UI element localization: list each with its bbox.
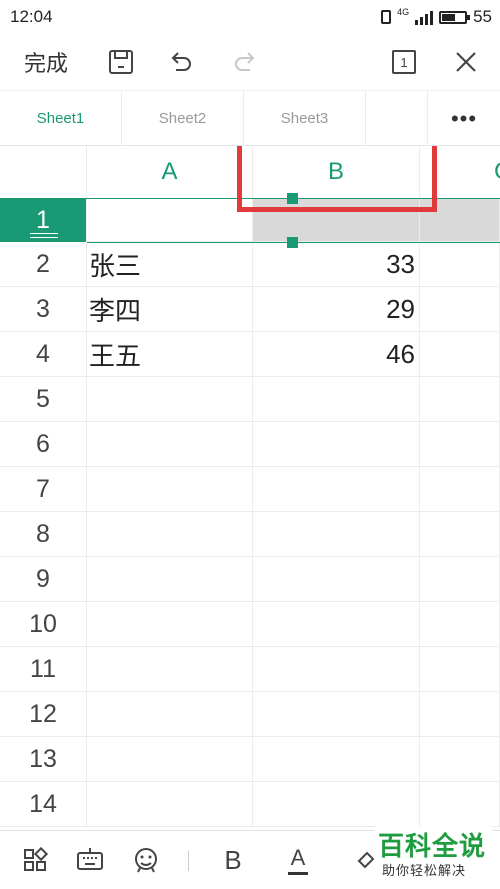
done-button[interactable]: 完成 <box>10 34 82 90</box>
cell-c13[interactable] <box>420 737 500 782</box>
cell-a14[interactable] <box>87 782 253 827</box>
highlight-box <box>237 146 437 212</box>
save-icon[interactable] <box>100 34 142 90</box>
emoji-icon[interactable] <box>124 831 168 889</box>
cell-a13[interactable] <box>87 737 253 782</box>
cell-b14[interactable] <box>253 782 420 827</box>
cell-b7[interactable] <box>253 467 420 512</box>
cell-b8[interactable] <box>253 512 420 557</box>
cell-c2[interactable] <box>420 242 500 287</box>
cell-a7[interactable] <box>87 467 253 512</box>
cell-b2[interactable]: 33 <box>253 242 420 287</box>
row-header[interactable]: 12 <box>0 692 87 737</box>
battery-level: 55 <box>473 7 492 26</box>
watermark-title: 百科全说 <box>378 831 487 861</box>
cell-c6[interactable] <box>420 422 500 467</box>
redo-icon[interactable] <box>224 34 266 90</box>
cell-b6[interactable] <box>253 422 420 467</box>
battery-icon <box>439 10 471 24</box>
cell-a8[interactable] <box>87 512 253 557</box>
bold-icon[interactable]: B <box>211 831 255 889</box>
row-header[interactable]: 3 <box>0 287 87 332</box>
cell-b10[interactable] <box>253 602 420 647</box>
row-header[interactable]: 5 <box>0 377 87 422</box>
cell-b11[interactable] <box>253 647 420 692</box>
row-header[interactable]: 14 <box>0 782 87 827</box>
cell-c3[interactable] <box>420 287 500 332</box>
cell-b3[interactable]: 29 <box>253 287 420 332</box>
tab-sheet3[interactable]: Sheet3 <box>244 91 366 146</box>
row-header[interactable]: 11 <box>0 647 87 692</box>
cell-c7[interactable] <box>420 467 500 512</box>
cell-a1[interactable] <box>87 198 253 242</box>
network-type: 4G <box>397 7 410 17</box>
selection-handle-bottom[interactable] <box>287 237 298 248</box>
row-header[interactable]: 8 <box>0 512 87 557</box>
cell-a11[interactable] <box>87 647 253 692</box>
cell-c11[interactable] <box>420 647 500 692</box>
sheet-count: 1 <box>392 50 416 74</box>
cell-a3[interactable]: 李四 <box>87 287 253 332</box>
status-icons: 4G 55 <box>381 6 492 28</box>
status-bar: 12:04 4G 55 <box>0 0 500 34</box>
cell-c9[interactable] <box>420 557 500 602</box>
row-resize-handle[interactable] <box>30 233 58 238</box>
cell-b4[interactable]: 46 <box>253 332 420 377</box>
signal-icon <box>415 9 434 25</box>
cell-c12[interactable] <box>420 692 500 737</box>
row-header[interactable]: 9 <box>0 557 87 602</box>
more-tabs-button[interactable]: ••• <box>428 91 500 146</box>
font-color-icon[interactable]: A <box>276 831 320 889</box>
cell-c5[interactable] <box>420 377 500 422</box>
cell-b13[interactable] <box>253 737 420 782</box>
cell-a2[interactable]: 张三 <box>87 242 253 287</box>
row-header[interactable]: 4 <box>0 332 87 377</box>
tab-sheet1[interactable]: Sheet1 <box>0 91 122 146</box>
vibrate-icon <box>381 10 392 24</box>
cell-c10[interactable] <box>420 602 500 647</box>
keyboard-icon[interactable] <box>68 831 112 889</box>
editor-toolbar: 完成 1 <box>0 34 500 90</box>
cell-a10[interactable] <box>87 602 253 647</box>
row-header[interactable]: 1 <box>0 198 87 242</box>
cell-b12[interactable] <box>253 692 420 737</box>
apps-icon[interactable] <box>13 831 57 889</box>
cell-a4[interactable]: 王五 <box>87 332 253 377</box>
status-time: 12:04 <box>10 7 53 26</box>
spreadsheet-grid: A B C 12张三333李四294王五46567891011121314 <box>0 146 500 830</box>
column-header-a[interactable]: A <box>87 146 253 198</box>
cell-c14[interactable] <box>420 782 500 827</box>
cell-b5[interactable] <box>253 377 420 422</box>
watermark-logo: 百科全说 助你轻松解决 <box>374 826 492 884</box>
row-header[interactable]: 10 <box>0 602 87 647</box>
close-icon[interactable] <box>444 34 488 90</box>
watermark-subtitle: 助你轻松解决 <box>382 863 467 878</box>
cell-c8[interactable] <box>420 512 500 557</box>
toolbar-divider <box>188 851 189 871</box>
cell-a9[interactable] <box>87 557 253 602</box>
font-color-letter: A <box>290 845 306 870</box>
cell-a12[interactable] <box>87 692 253 737</box>
sheet-tabs: Sheet1 Sheet2 Sheet3 ••• <box>0 90 500 146</box>
cell-b9[interactable] <box>253 557 420 602</box>
cell-a5[interactable] <box>87 377 253 422</box>
row-header[interactable]: 6 <box>0 422 87 467</box>
row-header[interactable]: 2 <box>0 242 87 287</box>
undo-icon[interactable] <box>160 34 202 90</box>
corner-cell[interactable] <box>0 146 87 198</box>
row-header[interactable]: 13 <box>0 737 87 782</box>
cell-c4[interactable] <box>420 332 500 377</box>
tab-sheet2[interactable]: Sheet2 <box>122 91 244 146</box>
tab-empty <box>366 91 428 146</box>
sheet-count-icon[interactable]: 1 <box>382 34 426 90</box>
row-header[interactable]: 7 <box>0 467 87 512</box>
cell-a6[interactable] <box>87 422 253 467</box>
